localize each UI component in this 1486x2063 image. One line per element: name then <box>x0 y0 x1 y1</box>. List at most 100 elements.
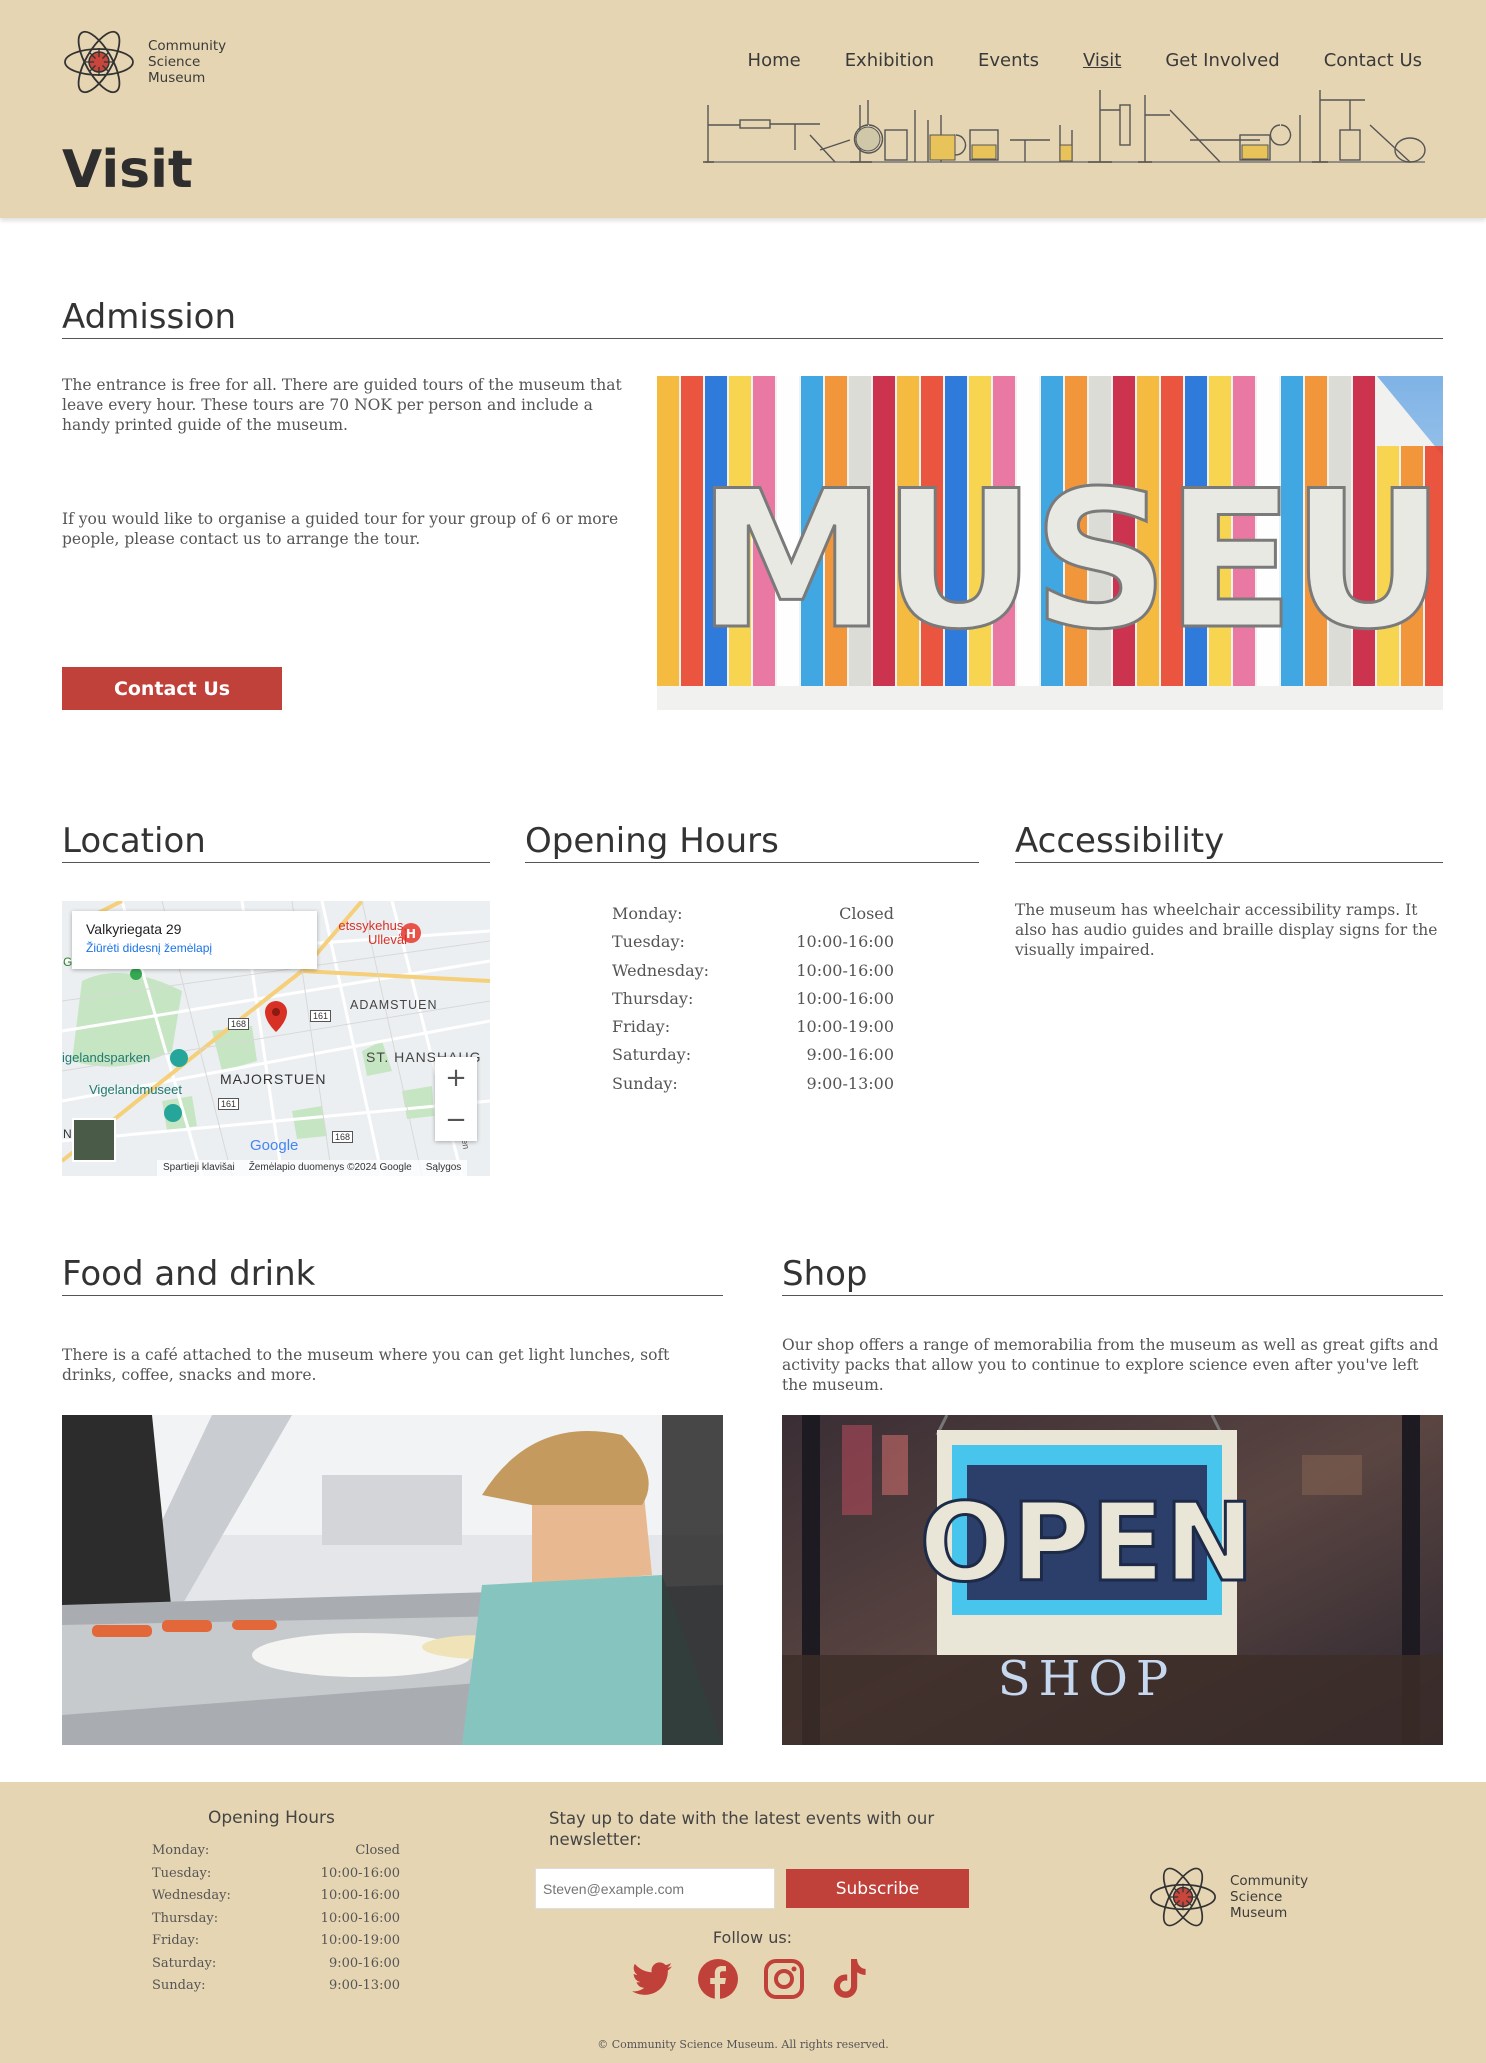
facade-tile <box>1329 376 1351 446</box>
opening-hours-table: Monday: Closed Tuesday: 10:00-16:00 Wednes… <box>612 900 894 1098</box>
facade-tile <box>801 376 823 446</box>
map-data-credit: Žemėlapio duomenys ©2024 Google <box>248 1162 412 1173</box>
hours-time: Closed <box>839 904 894 923</box>
hours-day: Wednesday: <box>152 1888 231 1903</box>
footer-hours-row: Tuesday: 10:00-16:00 <box>152 1863 400 1886</box>
facade-tile <box>1089 376 1111 446</box>
map-label-majorstuen: MAJORSTUEN <box>220 1071 327 1087</box>
hours-time: 10:00-19:00 <box>796 1017 894 1037</box>
nav-visit[interactable]: Visit <box>1083 50 1121 71</box>
facade-tile <box>1041 376 1063 446</box>
admission-heading: Admission <box>62 296 1443 339</box>
newsletter-email-input[interactable] <box>535 1868 775 1909</box>
facade-tile <box>1209 376 1231 446</box>
social-links <box>630 1957 872 2001</box>
hours-day: Thursday: <box>612 988 694 1008</box>
location-map[interactable]: H Valkyriegata 29 Žiūrėti didesnį žemėla… <box>62 901 490 1176</box>
facade-tile <box>1281 376 1303 446</box>
atom-logo-icon <box>1150 1867 1216 1927</box>
view-larger-map-link[interactable]: Žiūrėti didesnį žemėlapį <box>86 941 303 955</box>
footer-hours-row: Saturday: 9:00-16:00 <box>152 1953 400 1976</box>
facade-tile <box>993 376 1015 446</box>
accessibility-heading: Accessibility <box>1015 820 1443 863</box>
shop-paragraph: Our shop offers a range of memorabilia f… <box>782 1336 1439 1394</box>
footer-logo[interactable]: Community Science Museum <box>1146 1863 1325 1931</box>
map-shortcuts-link[interactable]: Spartieji klavišai <box>163 1162 235 1174</box>
facade-tile <box>849 376 871 446</box>
hours-time: 10:00-16:00 <box>796 932 894 952</box>
hours-row: Sunday: 9:00-13:00 <box>612 1070 894 1098</box>
footer-brand-name: Community Science Museum <box>1230 1873 1309 1921</box>
nav-get-involved[interactable]: Get Involved <box>1165 50 1279 71</box>
facade-tile <box>1233 376 1255 446</box>
copyright-text: © Community Science Museum. All rights r… <box>597 2038 889 2051</box>
facade-tile <box>945 376 967 446</box>
hours-day: Saturday: <box>152 1955 217 1971</box>
subscribe-button[interactable]: Subscribe <box>786 1869 969 1908</box>
instagram-icon[interactable] <box>762 1957 806 2001</box>
hours-row: Thursday: 10:00-16:00 <box>612 985 894 1013</box>
site-logo[interactable]: Community Science Museum <box>60 26 243 98</box>
map-zoom-in-button[interactable]: + <box>435 1057 477 1099</box>
facade-tile <box>681 376 703 446</box>
footer-hours-row: Monday: Closed <box>152 1840 400 1863</box>
facade-tile <box>825 376 847 446</box>
hours-time: 10:00-16:00 <box>320 1888 400 1903</box>
map-zoom-out-button[interactable]: − <box>435 1099 477 1141</box>
opening-hours-heading: Opening Hours <box>525 820 979 863</box>
hours-row: Wednesday: 10:00-16:00 <box>612 957 894 985</box>
map-road-168-a: 168 <box>228 1018 250 1030</box>
museum-facade-image: MUSEUM <box>657 376 1443 710</box>
site-header: Community Science Museum Home Exhibition… <box>0 0 1486 218</box>
facade-tile <box>969 376 991 446</box>
facade-tile <box>729 376 751 446</box>
facade-tile <box>657 376 679 446</box>
facade-tile <box>1017 376 1039 446</box>
hours-time: 10:00-16:00 <box>796 960 894 980</box>
map-road-161-b: 161 <box>218 1098 240 1110</box>
twitter-icon[interactable] <box>630 1957 674 2001</box>
map-place-name: Valkyriegata 29 <box>86 921 182 937</box>
map-footer: Spartieji klavišai Žemėlapio duomenys ©2… <box>157 1160 468 1176</box>
contact-us-button[interactable]: Contact Us <box>62 667 282 710</box>
hours-day: Thursday: <box>152 1910 219 1926</box>
hours-day: Sunday: <box>612 1073 678 1093</box>
shop-open-sign-photo: OPEN SHOP <box>782 1415 1443 1745</box>
admission-paragraph-1: The entrance is free for all. There are … <box>62 376 622 434</box>
cafe-photo <box>62 1415 723 1745</box>
facade-tile <box>705 376 727 446</box>
facade-tile <box>1305 376 1327 446</box>
facade-tile <box>897 376 919 446</box>
map-road-161-a: 161 <box>310 1010 332 1022</box>
facade-tile <box>1113 376 1135 446</box>
map-terms-link[interactable]: Sąlygos <box>426 1162 462 1174</box>
facade-tile <box>657 446 679 616</box>
hours-time: 10:00-16:00 <box>320 1910 400 1926</box>
tiktok-icon[interactable] <box>828 1957 872 2001</box>
facade-tile <box>657 616 679 686</box>
facade-tile <box>921 376 943 446</box>
museum-sign-text: MUSEUM <box>697 450 1443 671</box>
admission-paragraph-2: If you would like to organise a guided t… <box>62 510 619 548</box>
facebook-icon[interactable] <box>696 1957 740 2001</box>
map-label-edge-g: G <box>63 955 73 969</box>
hours-row: Saturday: 9:00-16:00 <box>612 1041 894 1069</box>
nav-home[interactable]: Home <box>748 50 801 71</box>
hours-day: Monday: <box>612 904 683 923</box>
main-nav: Home Exhibition Events Visit Get Involve… <box>748 50 1422 71</box>
facade-tile <box>1353 376 1375 446</box>
hours-row: Monday: Closed <box>612 900 894 928</box>
hours-time: 10:00-19:00 <box>320 1933 400 1948</box>
nav-events[interactable]: Events <box>978 50 1039 71</box>
hours-time: 9:00-13:00 <box>328 1978 400 1993</box>
page-title: Visit <box>62 140 193 200</box>
hours-day: Tuesday: <box>612 932 685 952</box>
nav-contact-us[interactable]: Contact Us <box>1324 50 1422 71</box>
nav-exhibition[interactable]: Exhibition <box>845 50 934 71</box>
hours-time: 10:00-16:00 <box>320 1865 400 1881</box>
facade-tile <box>1065 376 1087 446</box>
facade-tile <box>777 376 799 446</box>
shop-window-text: SHOP <box>998 1651 1176 1707</box>
map-label-hospital: etssykehus, Ullevål <box>338 918 407 947</box>
site-footer: Opening Hours Monday: Closed Tuesday: 10:0… <box>0 1782 1486 2063</box>
